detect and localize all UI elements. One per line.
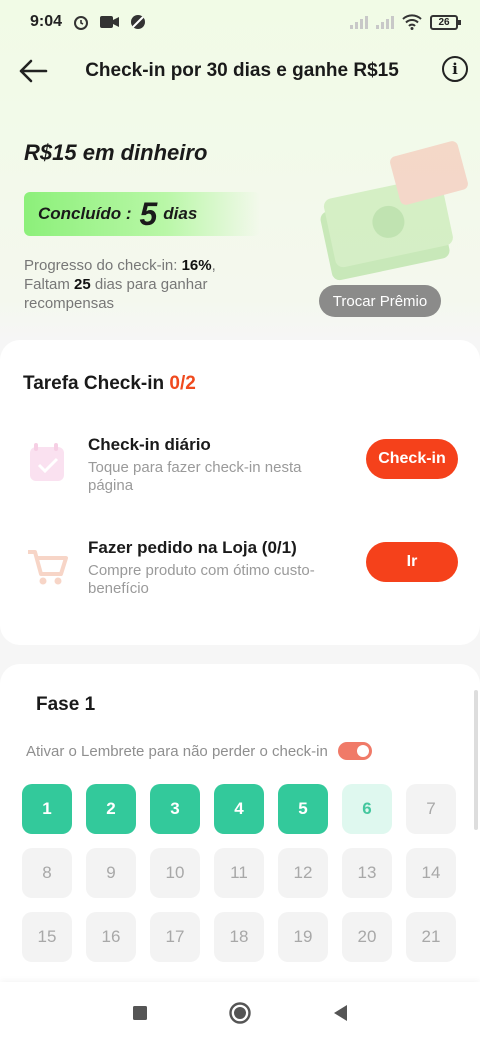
task-card: Tarefa Check-in 0/2 Check-in diário Toqu… <box>0 340 480 645</box>
day-cell: 2 <box>86 784 136 834</box>
reward-hero: R$15 em dinheiro Concluído : 5 dias Prog… <box>24 140 468 320</box>
video-camera-icon <box>100 16 120 28</box>
day-cell: 13 <box>342 848 392 898</box>
progress-prefix: Progresso do check-in: <box>24 257 178 274</box>
progress-value: 16% <box>181 257 212 274</box>
completed-label: Concluído : <box>38 204 132 223</box>
back-button[interactable] <box>16 54 50 88</box>
task-description: Compre produto com ótimo custo-benefício <box>88 562 315 597</box>
alarm-icon <box>74 16 89 30</box>
home-button[interactable] <box>225 998 255 1028</box>
task-title: Fazer pedido na Loja (0/1) <box>88 538 297 557</box>
day-cell: 11 <box>214 848 264 898</box>
battery-icon: 26 <box>430 14 461 30</box>
progress-suffix: , <box>211 257 216 274</box>
day-grid: 1 2 3 4 5 6 7 8 9 10 11 12 13 14 15 16 17 18 19 20 21 <box>22 784 462 962</box>
info-button[interactable]: i <box>442 56 468 82</box>
day-cell: 8 <box>22 848 72 898</box>
swap-prize-button[interactable]: Trocar Prêmio <box>319 285 441 317</box>
remaining-days: 25 <box>74 276 91 293</box>
day-cell: 16 <box>86 912 136 962</box>
signal-icon-2 <box>376 15 394 29</box>
shopping-cart-icon <box>28 550 68 585</box>
remaining-prefix: Faltam <box>24 276 70 293</box>
completed-days-badge: Concluído : 5 dias <box>24 192 260 236</box>
reminder-label: Ativar o Lembrete para não perder o chec… <box>26 742 328 760</box>
day-cell: 7 <box>406 784 456 834</box>
top-bar: Check-in por 30 dias e ganhe R$15 i <box>0 46 480 96</box>
arrow-left-icon <box>19 59 48 83</box>
day-cell: 19 <box>278 912 328 962</box>
task-count: 0/2 <box>169 373 196 394</box>
task-title: Check-in diário <box>88 435 211 454</box>
signal-icon <box>350 15 368 29</box>
task-heading: Tarefa Check-in 0/2 <box>23 373 196 395</box>
reminder-toggle[interactable] <box>337 742 372 760</box>
task-heading-label: Tarefa Check-in <box>23 373 165 394</box>
day-cell: 10 <box>150 848 200 898</box>
triangle-back-icon <box>334 1005 347 1021</box>
day-cell: 4 <box>214 784 264 834</box>
data-saver-icon <box>131 15 146 29</box>
phase-title: Fase 1 <box>36 694 96 715</box>
task-description: Toque para fazer check-in nesta página <box>88 459 302 494</box>
day-cell: 9 <box>86 848 136 898</box>
reminder-row: Ativar o Lembrete para não perder o chec… <box>26 742 372 760</box>
back-nav-button[interactable] <box>325 998 355 1028</box>
recent-apps-button[interactable] <box>125 998 155 1028</box>
day-cell: 15 <box>22 912 72 962</box>
day-cell: 1 <box>22 784 72 834</box>
day-cell: 3 <box>150 784 200 834</box>
task-row-store-order: Fazer pedido na Loja (0/1) Compre produt… <box>24 538 460 608</box>
day-cell: 14 <box>406 848 456 898</box>
completed-days-value: 5 <box>139 195 158 232</box>
scrollbar[interactable] <box>474 690 478 830</box>
completed-unit: dias <box>163 204 198 223</box>
system-nav-bar <box>0 982 480 1040</box>
day-cell: 18 <box>214 912 264 962</box>
status-bar: 9:04 26 <box>0 0 480 44</box>
calendar-checkin-icon <box>30 443 64 481</box>
wifi-icon <box>402 14 422 30</box>
task-row-daily-checkin: Check-in diário Toque para fazer check-i… <box>24 435 460 505</box>
day-cell: 20 <box>342 912 392 962</box>
page-title: Check-in por 30 dias e ganhe R$15 <box>85 60 399 81</box>
day-cell: 6 <box>342 784 392 834</box>
day-cell: 12 <box>278 848 328 898</box>
checkin-button[interactable]: Check-in <box>366 439 458 479</box>
day-cell: 5 <box>278 784 328 834</box>
cash-illustration-icon <box>320 141 468 281</box>
day-cell: 21 <box>406 912 456 962</box>
circle-icon <box>229 1002 251 1024</box>
progress-summary: Progresso do check-in: 16%, Faltam 25 di… <box>24 256 264 313</box>
day-cell: 17 <box>150 912 200 962</box>
square-icon <box>133 1006 147 1020</box>
status-time: 9:04 <box>30 13 63 30</box>
go-button[interactable]: Ir <box>366 542 458 582</box>
